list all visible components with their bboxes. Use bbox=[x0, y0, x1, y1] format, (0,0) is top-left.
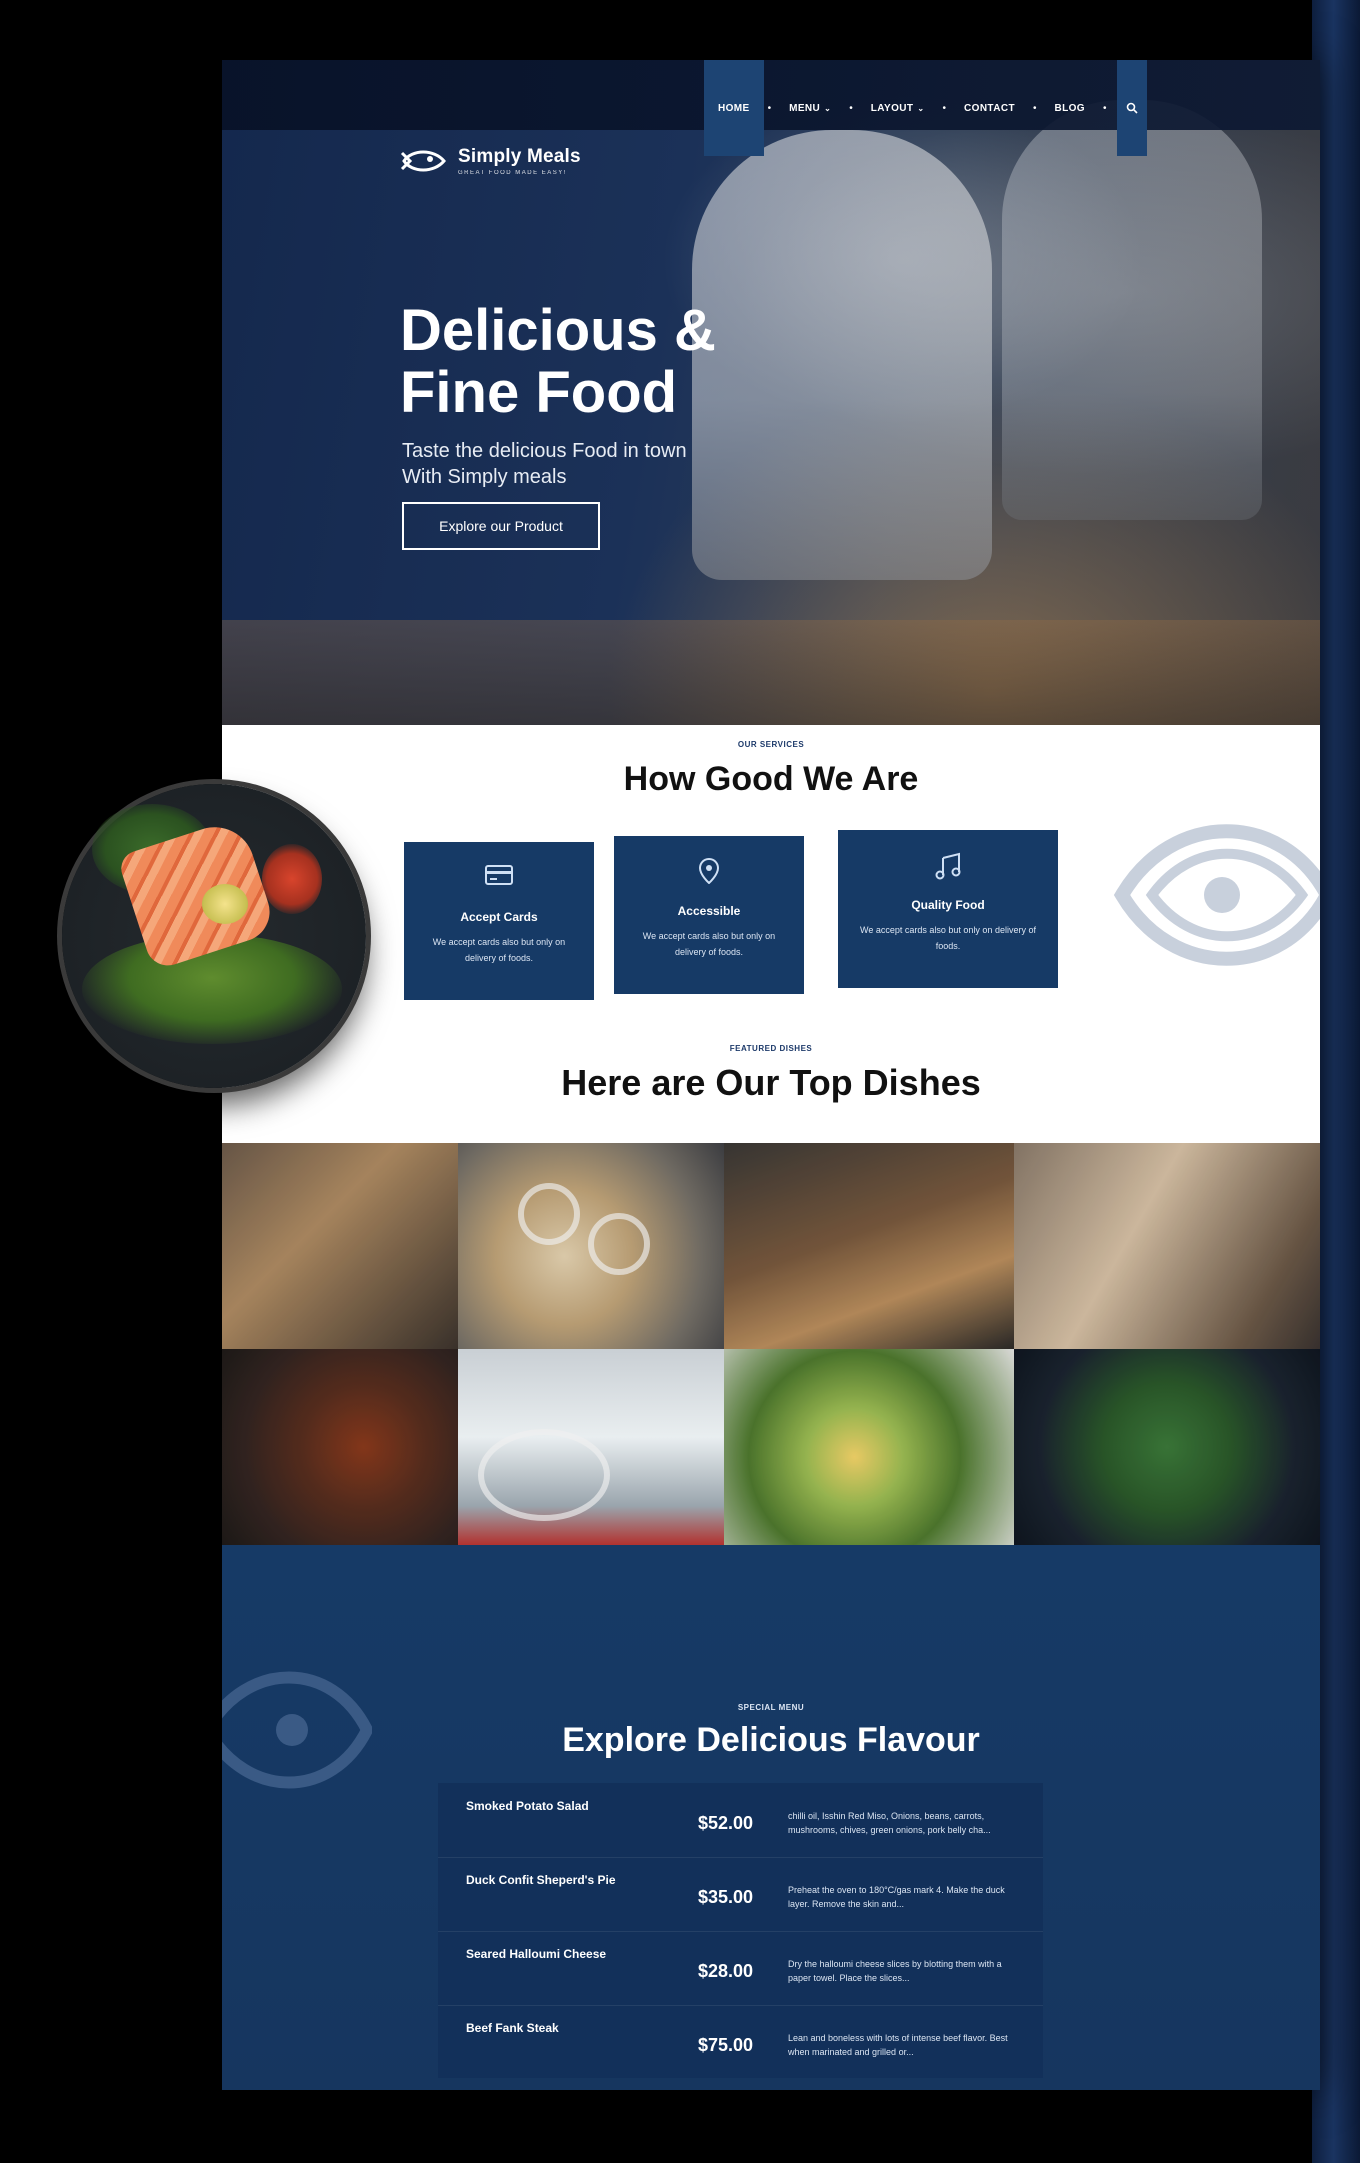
featured-eyebrow: FEATURED DISHES bbox=[729, 1044, 813, 1053]
nav-item-layout[interactable]: LAYOUT ⌄ bbox=[857, 60, 939, 156]
nav-separator: • bbox=[942, 102, 947, 114]
menu-item-name: Duck Confit Sheperd's Pie bbox=[466, 1873, 616, 1887]
menu-item-name: Seared Halloumi Cheese bbox=[466, 1947, 607, 1961]
special-menu-section: SPECIAL MENU Explore Delicious Flavour S… bbox=[222, 1545, 1320, 2090]
hero-section: Simply Meals GREAT FOOD MADE EASY! HOME … bbox=[222, 60, 1320, 725]
nav-separator: • bbox=[849, 102, 853, 114]
gallery-image-table-setting[interactable] bbox=[458, 1349, 724, 1545]
menu-item-price: $52.00 bbox=[698, 1813, 754, 1833]
map-pin-icon bbox=[614, 857, 804, 892]
hero-title-line: Fine Food bbox=[400, 360, 678, 425]
main-nav: HOME • MENU ⌄ • LAYOUT ⌄ • CONTACT • BLO… bbox=[704, 60, 1147, 156]
brand-logo[interactable]: Simply Meals GREAT FOOD MADE EASY! bbox=[400, 146, 581, 176]
hero-subtitle-line: Taste the delicious Food in town bbox=[402, 440, 687, 462]
nav-item-menu[interactable]: MENU ⌄ bbox=[775, 60, 845, 156]
service-title: Accessible bbox=[677, 904, 741, 918]
gallery-image-appetizers[interactable] bbox=[222, 1143, 458, 1349]
gallery-image-diners[interactable] bbox=[1014, 1143, 1320, 1349]
brand-name: Simply Meals bbox=[458, 146, 581, 167]
hero-counter bbox=[222, 620, 1320, 725]
services-title: How Good We Are bbox=[623, 760, 919, 798]
menu-item-description: Lean and boneless with lots of intense b… bbox=[788, 2033, 1008, 2057]
gallery-image-chef-plating[interactable] bbox=[724, 1143, 1014, 1349]
hero-title: Delicious & Fine Food bbox=[400, 300, 820, 424]
gallery-image-grilled-fish[interactable] bbox=[458, 1143, 724, 1349]
nav-label: BLOG bbox=[1054, 102, 1085, 114]
explore-product-button[interactable]: Explore our Product bbox=[402, 502, 600, 550]
menu-item[interactable]: Seared Halloumi Cheese $28.00 Dry the ha… bbox=[438, 1931, 1043, 2006]
nav-separator: • bbox=[1032, 102, 1037, 114]
menu-item-name: Smoked Potato Salad bbox=[466, 1799, 589, 1813]
nav-item-home[interactable]: HOME bbox=[704, 60, 764, 156]
menu-item[interactable]: Duck Confit Sheperd's Pie $35.00 Preheat… bbox=[438, 1857, 1043, 1932]
menu-item-price: $75.00 bbox=[698, 2035, 754, 2055]
nav-item-blog[interactable]: BLOG bbox=[1040, 60, 1099, 156]
herb-butter bbox=[202, 884, 248, 924]
nav-label: LAYOUT bbox=[870, 102, 914, 114]
services-eyebrow: OUR SERVICES bbox=[737, 740, 805, 749]
menu-item-name: Beef Fank Steak bbox=[466, 2021, 559, 2035]
service-description: We accept cards also but only on deliver… bbox=[860, 925, 1036, 951]
nav-label: MENU bbox=[789, 102, 821, 114]
red-peppers bbox=[262, 844, 322, 914]
search-button[interactable] bbox=[1116, 60, 1147, 156]
website-page: Simply Meals GREAT FOOD MADE EASY! HOME … bbox=[222, 60, 1320, 2090]
nav-item-contact[interactable]: CONTACT bbox=[950, 60, 1029, 156]
hero-title-line: Delicious & bbox=[400, 298, 716, 363]
hero-subtitle-line: With Simply meals bbox=[402, 466, 567, 488]
menu-item[interactable]: Smoked Potato Salad $52.00 chilli oil, I… bbox=[438, 1783, 1043, 1858]
nav-separator: • bbox=[767, 102, 772, 114]
service-title: Quality Food bbox=[911, 898, 985, 912]
menu-item-description: Preheat the oven to 180°C/gas mark 4. Ma… bbox=[788, 1885, 1005, 1909]
mockup-stage: Simply Meals GREAT FOOD MADE EASY! HOME … bbox=[0, 0, 1360, 2163]
service-card-accept-cards[interactable]: Accept Cards We accept cards also but on… bbox=[404, 842, 594, 1000]
nav-label: HOME bbox=[718, 102, 750, 114]
gallery-image-salad-bowl[interactable] bbox=[1014, 1349, 1320, 1545]
nav-separator: • bbox=[1102, 102, 1107, 114]
watermark-fish-icon bbox=[1113, 824, 1320, 966]
service-description: We accept cards also but only on deliver… bbox=[642, 931, 776, 957]
gallery-image-avocado-eggs[interactable] bbox=[724, 1349, 1014, 1545]
search-icon bbox=[1126, 102, 1138, 114]
credit-card-icon bbox=[404, 864, 594, 898]
service-card-accessible[interactable]: Accessible We accept cards also but only… bbox=[614, 836, 804, 994]
menu-item-description: chilli oil, Isshin Red Miso, Onions, bea… bbox=[788, 1811, 991, 1835]
service-card-quality-food[interactable]: Quality Food We accept cards also but on… bbox=[838, 830, 1058, 988]
dish-gallery bbox=[222, 1143, 1320, 1545]
menu-item-price: $35.00 bbox=[698, 1887, 754, 1907]
special-menu-eyebrow: SPECIAL MENU bbox=[737, 1703, 805, 1712]
chevron-down-icon: ⌄ bbox=[824, 103, 832, 113]
music-note-icon bbox=[838, 852, 1058, 886]
hero-chef-background bbox=[1002, 100, 1262, 520]
nav-label: CONTACT bbox=[964, 102, 1015, 114]
special-menu-title: Explore Delicious Flavour bbox=[562, 1721, 980, 1759]
service-description: We accept cards also but only on deliver… bbox=[432, 937, 566, 963]
menu-item-price: $28.00 bbox=[698, 1961, 754, 1981]
fish-logo-icon bbox=[400, 150, 446, 172]
menu-list: Smoked Potato Salad $52.00 chilli oil, I… bbox=[438, 1783, 1043, 2078]
menu-item-description: Dry the halloumi cheese slices by blotti… bbox=[788, 1959, 1002, 1983]
featured-title: Here are Our Top Dishes bbox=[561, 1062, 981, 1103]
gallery-image-steak[interactable] bbox=[222, 1349, 458, 1545]
service-title: Accept Cards bbox=[460, 910, 538, 924]
brand-tagline: GREAT FOOD MADE EASY! bbox=[458, 170, 567, 176]
salmon-plate-image bbox=[62, 784, 366, 1088]
hero-subtitle: Taste the delicious Food in town With Si… bbox=[402, 438, 722, 490]
menu-item[interactable]: Beef Fank Steak $75.00 Lean and boneless… bbox=[438, 2005, 1043, 2079]
chevron-down-icon: ⌄ bbox=[917, 103, 925, 113]
